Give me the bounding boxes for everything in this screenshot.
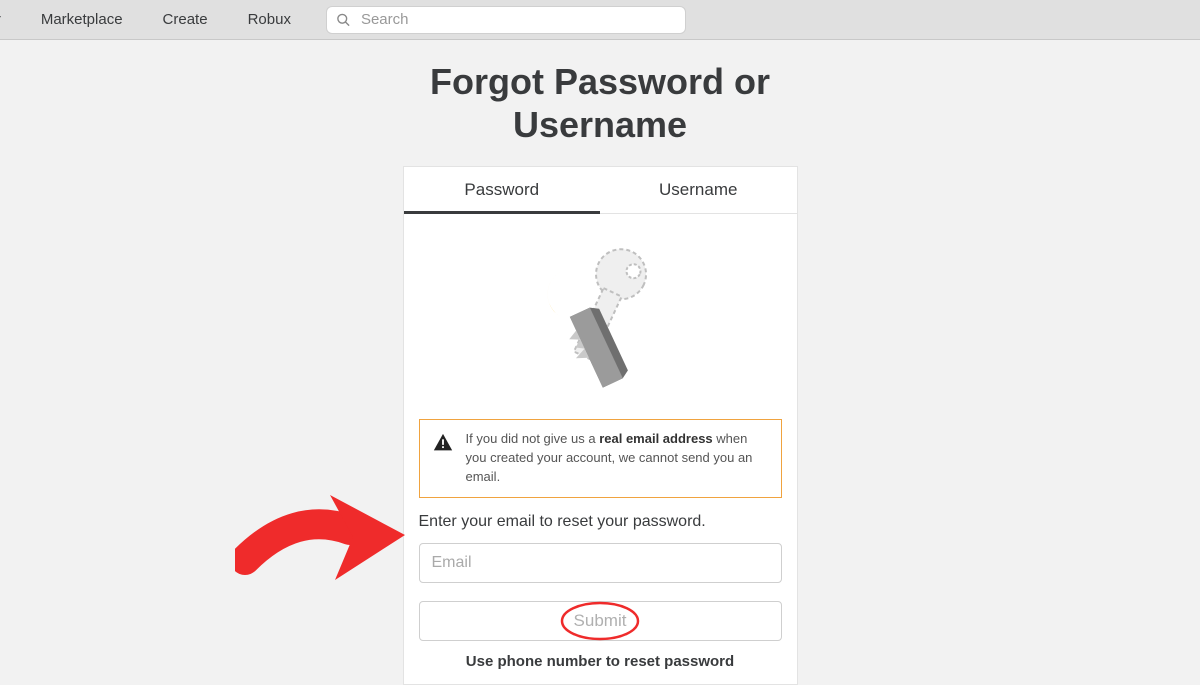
annotation-arrow-icon xyxy=(235,475,410,595)
warning-icon xyxy=(432,432,454,454)
keys-illustration xyxy=(404,214,797,419)
tab-username[interactable]: Username xyxy=(600,167,797,213)
nav-item-marketplace[interactable]: Marketplace xyxy=(41,11,123,28)
nav-item-create[interactable]: Create xyxy=(163,11,208,28)
nav-item-robux[interactable]: Robux xyxy=(248,11,291,28)
warning-prefix: If you did not give us a xyxy=(466,431,600,446)
submit-button[interactable]: Submit xyxy=(419,601,782,641)
keys-icon xyxy=(525,239,675,399)
use-phone-link[interactable]: Use phone number to reset password xyxy=(404,653,797,684)
instruction-text: Enter your email to reset your password. xyxy=(419,513,782,531)
search-container xyxy=(326,6,686,34)
search-icon xyxy=(336,12,351,27)
tabs: Password Username xyxy=(404,167,797,214)
submit-label: Submit xyxy=(574,611,627,630)
nav-item-ver[interactable]: ver xyxy=(0,11,1,28)
reset-card: Password Username xyxy=(403,166,798,685)
title-line-2: Username xyxy=(513,104,687,145)
page-title: Forgot Password or Username xyxy=(0,60,1200,146)
warning-bold: real email address xyxy=(599,431,712,446)
search-input[interactable] xyxy=(326,6,686,34)
tab-password[interactable]: Password xyxy=(404,167,601,213)
warning-text: If you did not give us a real email addr… xyxy=(466,430,769,487)
warning-box: If you did not give us a real email addr… xyxy=(419,419,782,498)
top-navbar: ver Marketplace Create Robux xyxy=(0,0,1200,40)
title-line-1: Forgot Password or xyxy=(430,61,770,102)
nav-links: ver Marketplace Create Robux xyxy=(0,11,291,28)
email-field[interactable] xyxy=(419,543,782,583)
